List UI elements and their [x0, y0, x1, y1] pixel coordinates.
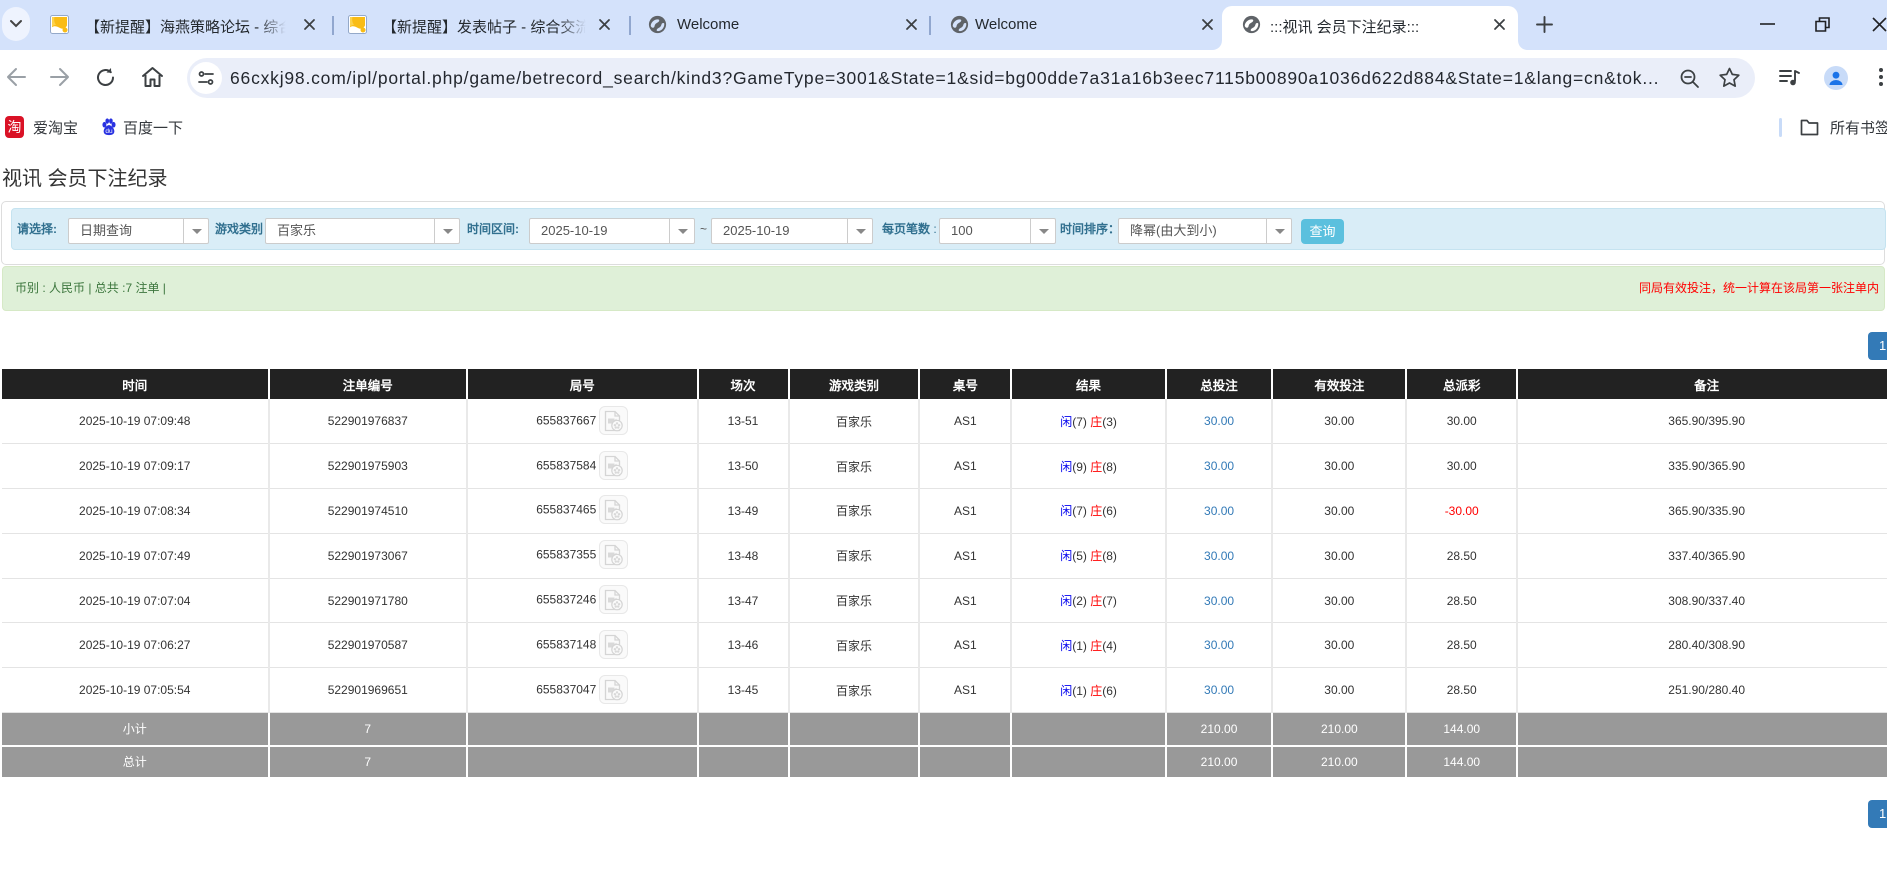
svg-text:du: du — [105, 128, 113, 135]
